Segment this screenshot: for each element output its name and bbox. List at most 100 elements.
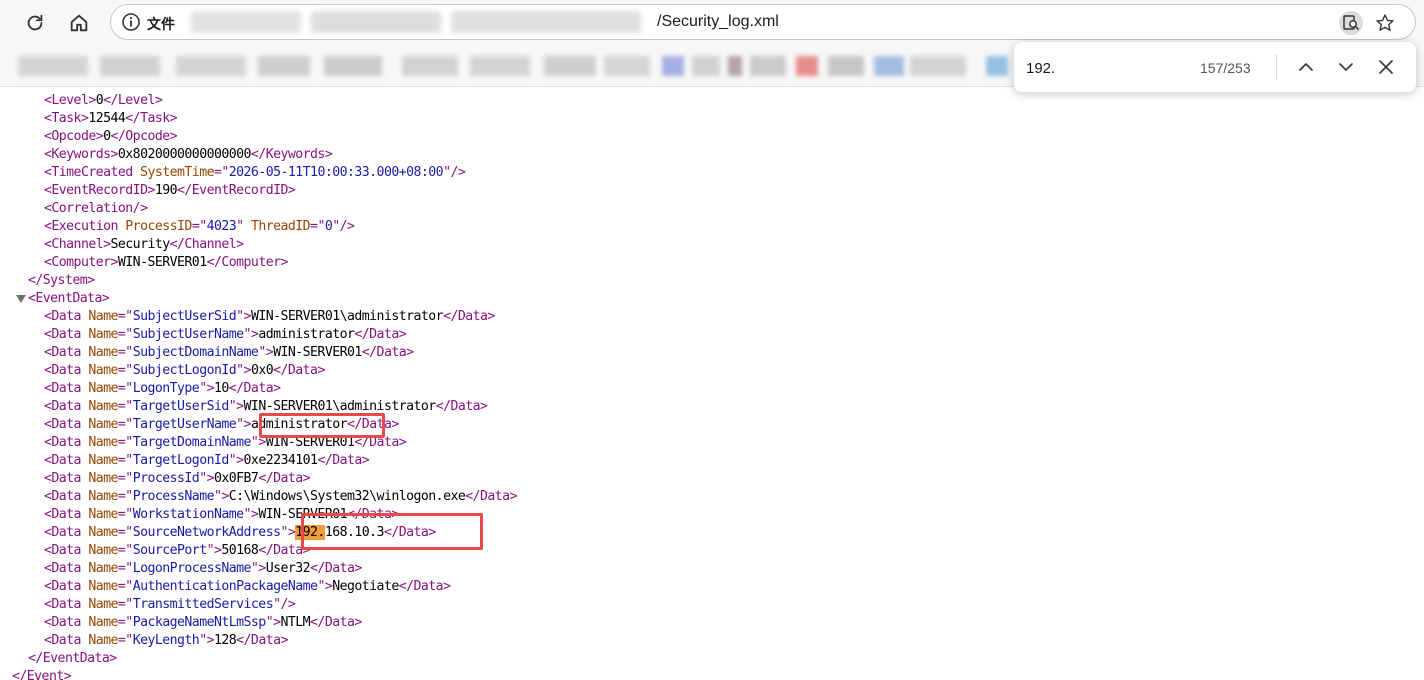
xml-line: <Data Name="SubjectLogonId">0x0</Data> [44,362,325,380]
xml-line: <EventData> [28,290,110,308]
xml-line: <Data Name="SourcePort">50168</Data> [44,542,311,560]
reload-button[interactable] [20,8,50,38]
xml-line: <Data Name="SubjectUserName">administrat… [44,326,407,344]
xml-tag: "> [213,489,229,504]
xml-line: <Level>0</Level> [44,92,163,110]
xml-attr: Name [88,507,118,522]
xml-tag: </Event> [12,669,72,680]
redacted-bookmark[interactable] [986,56,1008,76]
xml-attr: Name [88,561,118,576]
xml-tag: </Opcode> [110,129,178,144]
xml-val: TargetUserName [132,417,237,432]
xml-tag: </Computer> [206,255,289,270]
xml-tag: <Data [44,507,89,522]
home-icon [70,14,88,32]
xml-tag: "/> [443,165,466,180]
find-next-button[interactable] [1334,55,1358,79]
xml-val: SourceNetworkAddress [132,525,281,540]
xml-tag: "> [317,579,333,594]
xml-attr: Name [88,435,118,450]
xml-tag: <Correlation/> [44,201,148,216]
home-button[interactable] [64,8,94,38]
xml-tag: <Data [44,399,89,414]
find-input[interactable] [1024,57,1198,79]
redacted-bookmark[interactable] [402,56,458,76]
xml-tag: </Data> [465,489,517,504]
redacted-bookmark[interactable] [796,56,818,76]
xml-attr: Name [88,363,118,378]
xml-tag: "/> [332,219,355,234]
xml-tag: "> [243,507,259,522]
redacted-bookmark[interactable] [874,56,904,76]
redacted-bookmark[interactable] [324,56,382,76]
xml-text: Security [110,237,171,252]
xml-val: AuthenticationPackageName [132,579,318,594]
xml-attr: Name [88,615,118,630]
xml-attr: Name [88,633,118,648]
xml-tag: =" [117,327,133,342]
xml-attr: Name [88,579,118,594]
xml-text: WIN-SERVER01\administrator [250,309,444,324]
xml-line: <Data Name="LogonProcessName">User32</Da… [44,560,362,578]
xml-tag: <Data [44,453,89,468]
redacted-bookmark[interactable] [750,56,786,76]
xml-val: LogonType [132,381,200,396]
xml-val: SubjectUserSid [132,309,237,324]
xml-tag: </Data> [317,453,370,468]
url-text: /Security_log.xml [657,13,779,30]
redacted-bookmark[interactable] [100,56,160,76]
xml-line: <Data Name="ProcessId">0x0FB7</Data> [44,470,311,488]
redacted-bookmark[interactable] [470,56,530,76]
xml-tag: =" [117,543,133,558]
redacted-bookmark[interactable] [258,56,310,76]
xml-tag: "> [236,417,251,432]
xml-tag: =" [191,219,207,234]
redacted-bookmark[interactable] [728,56,742,76]
xml-attr: ProcessID [125,219,192,234]
xml-tag: =" [117,453,133,468]
xml-tag: </Data> [228,381,281,396]
find-on-page-button[interactable] [1339,11,1363,35]
info-icon[interactable] [121,12,141,32]
collapse-toggle-icon[interactable] [16,295,26,303]
redacted-bookmark[interactable] [176,56,246,76]
xml-text: NTLM [280,615,311,630]
redacted-bookmark[interactable] [910,56,966,76]
redacted-bookmark[interactable] [692,56,720,76]
xml-tag: </EventData> [28,651,117,666]
xml-attr: ThreadID [250,219,311,234]
redacted-bookmark[interactable] [544,56,596,76]
xml-tag: =" [117,345,133,360]
xml-val: KeyLength [132,633,200,648]
xml-tag: =" [117,417,133,432]
xml-tag: <Data [44,363,89,378]
xml-tag: <Keywords> [44,147,118,162]
xml-tag: <Data [44,561,89,576]
xml-val: PackageNameNtLmSsp [132,615,267,630]
xml-attr: Name [88,417,118,432]
xml-tag: =" [117,381,133,396]
find-close-button[interactable] [1374,55,1398,79]
xml-tag: =" [117,363,133,378]
redacted-bookmark[interactable] [662,56,684,76]
find-bar: 157/253 [1014,42,1416,92]
xml-tag: </EventRecordID> [177,183,296,198]
redacted-bookmark[interactable] [828,56,864,76]
redacted-bookmark[interactable] [18,56,88,76]
xml-val: ProcessName [132,489,215,504]
xml-val: SubjectUserName [132,327,244,342]
reload-icon [27,14,43,31]
xml-tag: =" [117,435,133,450]
find-previous-button[interactable] [1294,55,1318,79]
favorite-button[interactable] [1373,11,1397,35]
address-bar[interactable]: 文件 /Security_log.xml [110,4,1416,40]
xml-tag: <EventData> [28,291,110,306]
xml-text: 12544 [88,111,126,126]
xml-tag: =" [117,489,133,504]
xml-text: Negotiate [332,579,399,594]
redacted-bookmark[interactable] [604,56,650,76]
chevron-up-icon [1299,63,1313,71]
xml-text: 190 [154,183,178,198]
xml-tag: <Computer> [44,255,118,270]
chevron-down-icon [1339,63,1353,71]
